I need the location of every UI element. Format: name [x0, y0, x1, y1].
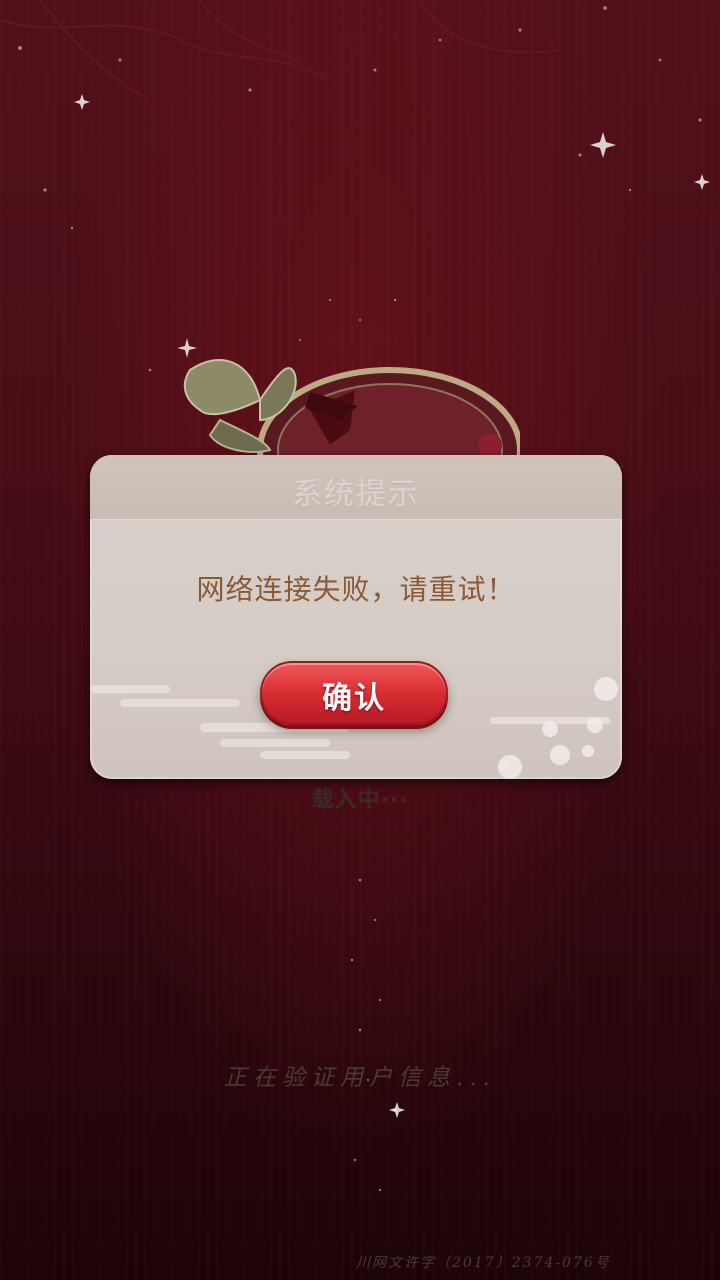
- game-logo: [183, 359, 520, 470]
- flower-icon: [498, 677, 618, 779]
- error-message: 网络连接失败，请重试！: [196, 573, 516, 606]
- flower-icon: [478, 433, 502, 457]
- verify-user-info-text: 正在验证用户信息...: [224, 1065, 496, 1091]
- license-number: 川网文许字〔2017〕2374-076号: [356, 1255, 611, 1271]
- dialog-title: 系统提示: [292, 477, 420, 512]
- confirm-button-label: 确认: [322, 681, 386, 716]
- confirm-button[interactable]: 确认: [260, 661, 448, 725]
- loading-text: 载入中···: [311, 788, 409, 813]
- system-dialog: 系统提示 网络连接失败，请重试！ 确认: [90, 455, 622, 779]
- branch-decoration: [0, 0, 561, 101]
